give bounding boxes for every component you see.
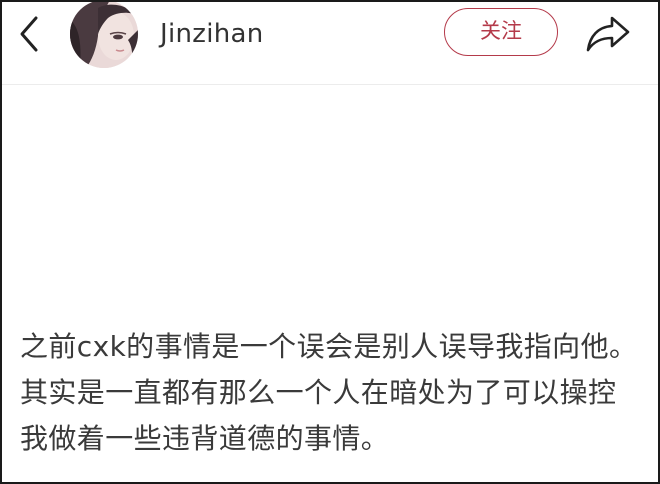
chevron-left-icon — [20, 16, 38, 52]
follow-button[interactable]: 关注 — [444, 8, 558, 56]
username[interactable]: Jinzihan — [160, 17, 264, 51]
post-content: 之前cxk的事情是一个误会是别人误导我指向他。其实是一直都有那么一个人在暗处为了… — [20, 324, 640, 462]
share-button[interactable] — [584, 12, 632, 54]
avatar-image — [70, 2, 138, 68]
post-detail-screen: Jinzihan 关注 之前cxk的事情是一个误会是别人误导我指向他。其实是一直… — [0, 0, 660, 484]
post-text: 之前cxk的事情是一个误会是别人误导我指向他。其实是一直都有那么一个人在暗处为了… — [20, 330, 638, 455]
top-bar: Jinzihan 关注 — [2, 2, 658, 85]
avatar[interactable] — [70, 2, 138, 68]
back-button[interactable] — [12, 14, 48, 54]
share-arrow-icon — [586, 16, 630, 52]
